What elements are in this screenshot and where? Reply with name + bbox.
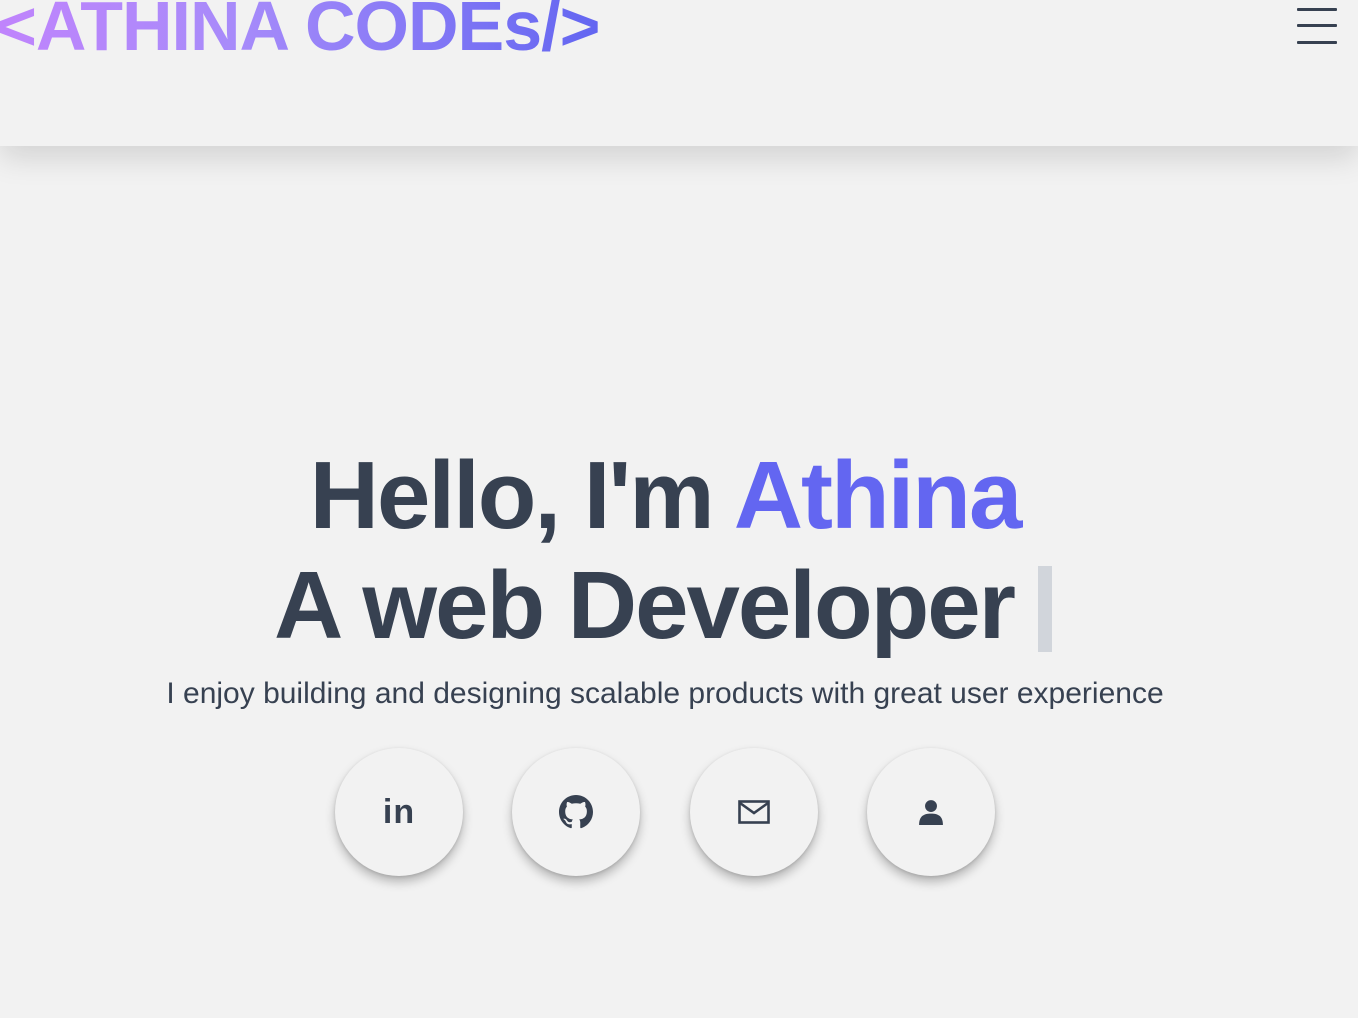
linkedin-link[interactable]: in — [335, 748, 463, 876]
page: <ATHINA CODEs/> Hello, I'm Athina A web … — [0, 0, 1358, 1018]
hero-role: A web Developer — [0, 551, 1326, 661]
typing-cursor — [1038, 566, 1052, 652]
hero-greeting: Hello, I'm Athina — [0, 441, 1330, 551]
github-icon — [559, 795, 593, 829]
hamburger-menu-button[interactable] — [1292, 4, 1340, 48]
hero-tagline: I enjoy building and designing scalable … — [166, 677, 1164, 710]
role-text: A web Developer — [273, 552, 1016, 659]
mail-icon — [738, 800, 770, 824]
person-icon — [918, 799, 944, 825]
site-logo[interactable]: <ATHINA CODEs/> — [0, 0, 600, 66]
profile-link[interactable] — [867, 748, 995, 876]
greeting-text: Hello, I'm — [309, 442, 734, 549]
hero-name: Athina — [733, 442, 1023, 549]
github-link[interactable] — [512, 748, 640, 876]
navbar: <ATHINA CODEs/> — [0, 0, 1358, 146]
linkedin-icon: in — [382, 792, 416, 831]
email-link[interactable] — [690, 748, 818, 876]
hero-section: Hello, I'm Athina A web Developer I enjo… — [0, 146, 1358, 1018]
